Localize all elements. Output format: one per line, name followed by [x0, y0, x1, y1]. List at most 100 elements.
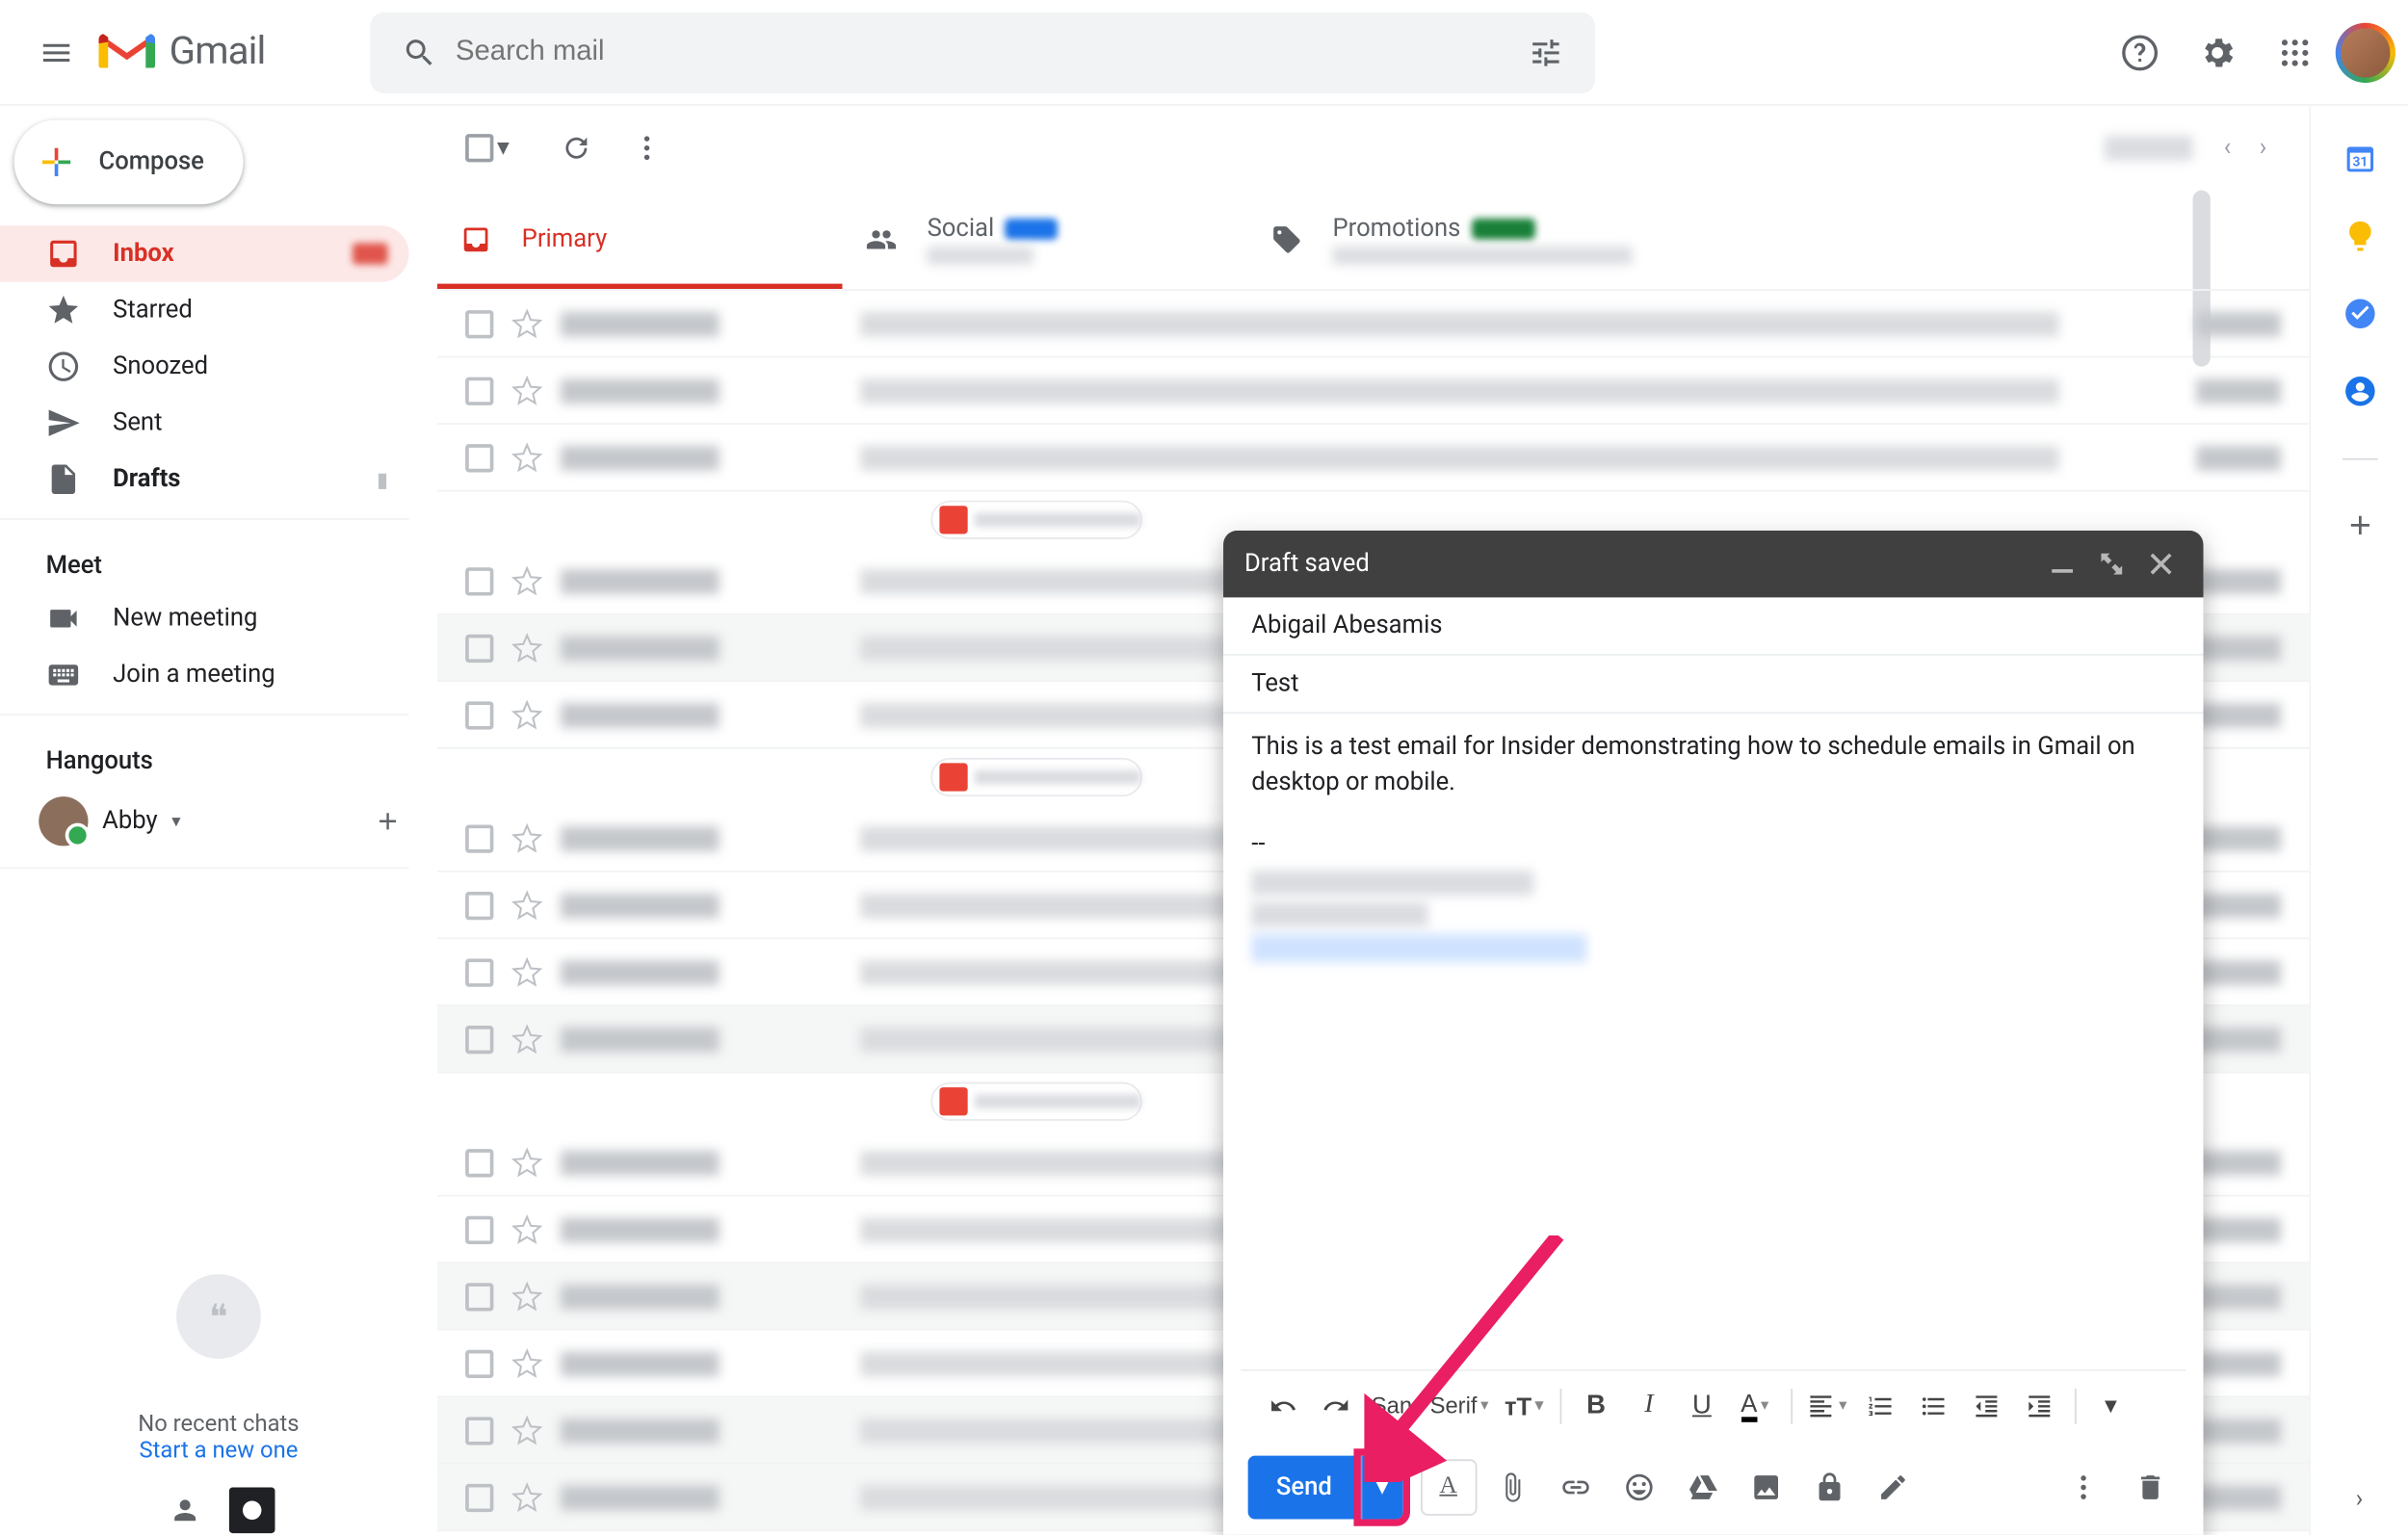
row-checkbox[interactable] [465, 1416, 493, 1444]
collapse-sidepanel-button[interactable]: › [2335, 1465, 2385, 1535]
text-color-button[interactable]: A [1730, 1381, 1779, 1430]
row-checkbox[interactable] [465, 824, 493, 852]
star-button[interactable] [511, 956, 543, 988]
main-menu-button[interactable] [14, 10, 99, 94]
taskbar-person[interactable] [162, 1488, 208, 1534]
discard-draft-button[interactable] [2122, 1459, 2179, 1516]
hangouts-user-row[interactable]: Abby ▾ [0, 786, 437, 856]
tab-social[interactable]: Social [843, 191, 1248, 289]
tab-promotions[interactable]: Promotions [1248, 191, 1654, 289]
account-avatar[interactable] [2338, 24, 2395, 81]
indent-more-button[interactable] [2014, 1381, 2063, 1430]
send-button[interactable]: Send [1248, 1456, 1361, 1520]
insert-signature-button[interactable] [1865, 1459, 1922, 1516]
row-checkbox[interactable] [465, 700, 493, 728]
insert-photo-button[interactable] [1738, 1459, 1794, 1516]
refresh-button[interactable] [541, 113, 612, 183]
new-chat-button[interactable] [367, 800, 409, 843]
star-button[interactable] [511, 632, 543, 664]
undo-button[interactable] [1259, 1381, 1308, 1430]
attachment-chip[interactable] [930, 501, 1142, 539]
recipient-field[interactable]: Abigail Abesamis [1223, 597, 2203, 655]
row-checkbox[interactable] [465, 1349, 493, 1377]
compose-more-options[interactable] [2055, 1459, 2112, 1516]
numbered-list-button[interactable] [1855, 1381, 1904, 1430]
attachment-chip[interactable] [930, 1082, 1142, 1121]
calendar-app-button[interactable]: 31 [2342, 141, 2377, 176]
underline-button[interactable]: U [1677, 1381, 1726, 1430]
compose-close-button[interactable] [2140, 543, 2183, 586]
row-checkbox[interactable] [465, 309, 493, 337]
row-checkbox[interactable] [465, 566, 493, 594]
star-button[interactable] [511, 1280, 543, 1312]
star-button[interactable] [511, 889, 543, 921]
insert-drive-button[interactable] [1674, 1459, 1731, 1516]
row-checkbox[interactable] [465, 1025, 493, 1053]
star-button[interactable] [511, 699, 543, 731]
indent-less-button[interactable] [1961, 1381, 2010, 1430]
apps-button[interactable] [2260, 16, 2330, 87]
star-button[interactable] [511, 1415, 543, 1446]
compose-body[interactable]: This is a test email for Insider demonst… [1223, 714, 2203, 1369]
row-checkbox[interactable] [465, 443, 493, 471]
star-button[interactable] [511, 1146, 543, 1178]
compose-fullscreen-button[interactable] [2090, 543, 2133, 586]
sidebar-folder-starred[interactable]: Starred [0, 282, 409, 339]
subject-field[interactable]: Test [1223, 656, 2203, 714]
next-page-button[interactable]: › [2245, 127, 2281, 169]
star-button[interactable] [511, 441, 543, 473]
get-addons-button[interactable] [2343, 509, 2375, 541]
email-row[interactable] [437, 357, 2309, 425]
gmail-logo[interactable]: Gmail [98, 30, 265, 74]
compose-minimize-button[interactable] [2041, 543, 2083, 586]
row-checkbox[interactable] [465, 891, 493, 919]
row-checkbox[interactable] [465, 958, 493, 986]
row-checkbox[interactable] [465, 1282, 493, 1310]
search-icon-button[interactable] [385, 16, 456, 87]
support-button[interactable] [2105, 16, 2175, 87]
insert-emoji-button[interactable] [1610, 1459, 1667, 1516]
row-checkbox[interactable] [465, 1215, 493, 1243]
meet-item-new-meeting[interactable]: New meeting [0, 590, 409, 647]
format-more-button[interactable]: ▾ [2086, 1381, 2135, 1430]
star-button[interactable] [511, 375, 543, 406]
font-size-button[interactable]: тT [1499, 1381, 1548, 1430]
taskbar-hangouts[interactable] [229, 1488, 275, 1534]
redo-button[interactable] [1312, 1381, 1361, 1430]
bulleted-list-button[interactable] [1908, 1381, 1957, 1430]
star-button[interactable] [511, 1023, 543, 1054]
email-row[interactable] [437, 425, 2309, 492]
star-button[interactable] [511, 1213, 543, 1245]
formatting-toggle-button[interactable]: A [1420, 1459, 1477, 1516]
email-row[interactable] [437, 291, 2309, 358]
star-button[interactable] [511, 307, 543, 339]
italic-button[interactable]: I [1624, 1381, 1673, 1430]
star-button[interactable] [511, 565, 543, 597]
compose-header[interactable]: Draft saved [1223, 531, 2203, 598]
tasks-app-button[interactable] [2342, 296, 2377, 331]
confidential-mode-button[interactable] [1801, 1459, 1858, 1516]
start-chat-link[interactable]: Start a new one [0, 1438, 437, 1464]
select-all-checkbox[interactable]: ▾ [465, 134, 510, 162]
row-checkbox[interactable] [465, 1148, 493, 1176]
row-checkbox[interactable] [465, 1483, 493, 1511]
attachment-chip[interactable] [930, 758, 1142, 796]
star-button[interactable] [511, 1347, 543, 1379]
search-input[interactable] [456, 37, 1511, 68]
insert-link-button[interactable] [1547, 1459, 1604, 1516]
send-options-button[interactable]: ▾ [1360, 1456, 1402, 1520]
search-options-button[interactable] [1511, 16, 1582, 87]
sidebar-folder-snoozed[interactable]: Snoozed [0, 338, 409, 395]
row-checkbox[interactable] [465, 377, 493, 404]
star-button[interactable] [511, 822, 543, 854]
more-button[interactable] [612, 113, 682, 183]
keep-app-button[interactable] [2342, 219, 2377, 254]
contacts-app-button[interactable] [2342, 374, 2377, 409]
settings-button[interactable] [2183, 16, 2253, 87]
attach-file-button[interactable] [1483, 1459, 1540, 1516]
align-button[interactable] [1802, 1381, 1851, 1430]
sidebar-folder-inbox[interactable]: Inbox [0, 225, 409, 282]
meet-item-join-a-meeting[interactable]: Join a meeting [0, 647, 409, 704]
prev-page-button[interactable]: ‹ [2210, 127, 2245, 169]
sidebar-folder-drafts[interactable]: Drafts▮ [0, 451, 409, 508]
